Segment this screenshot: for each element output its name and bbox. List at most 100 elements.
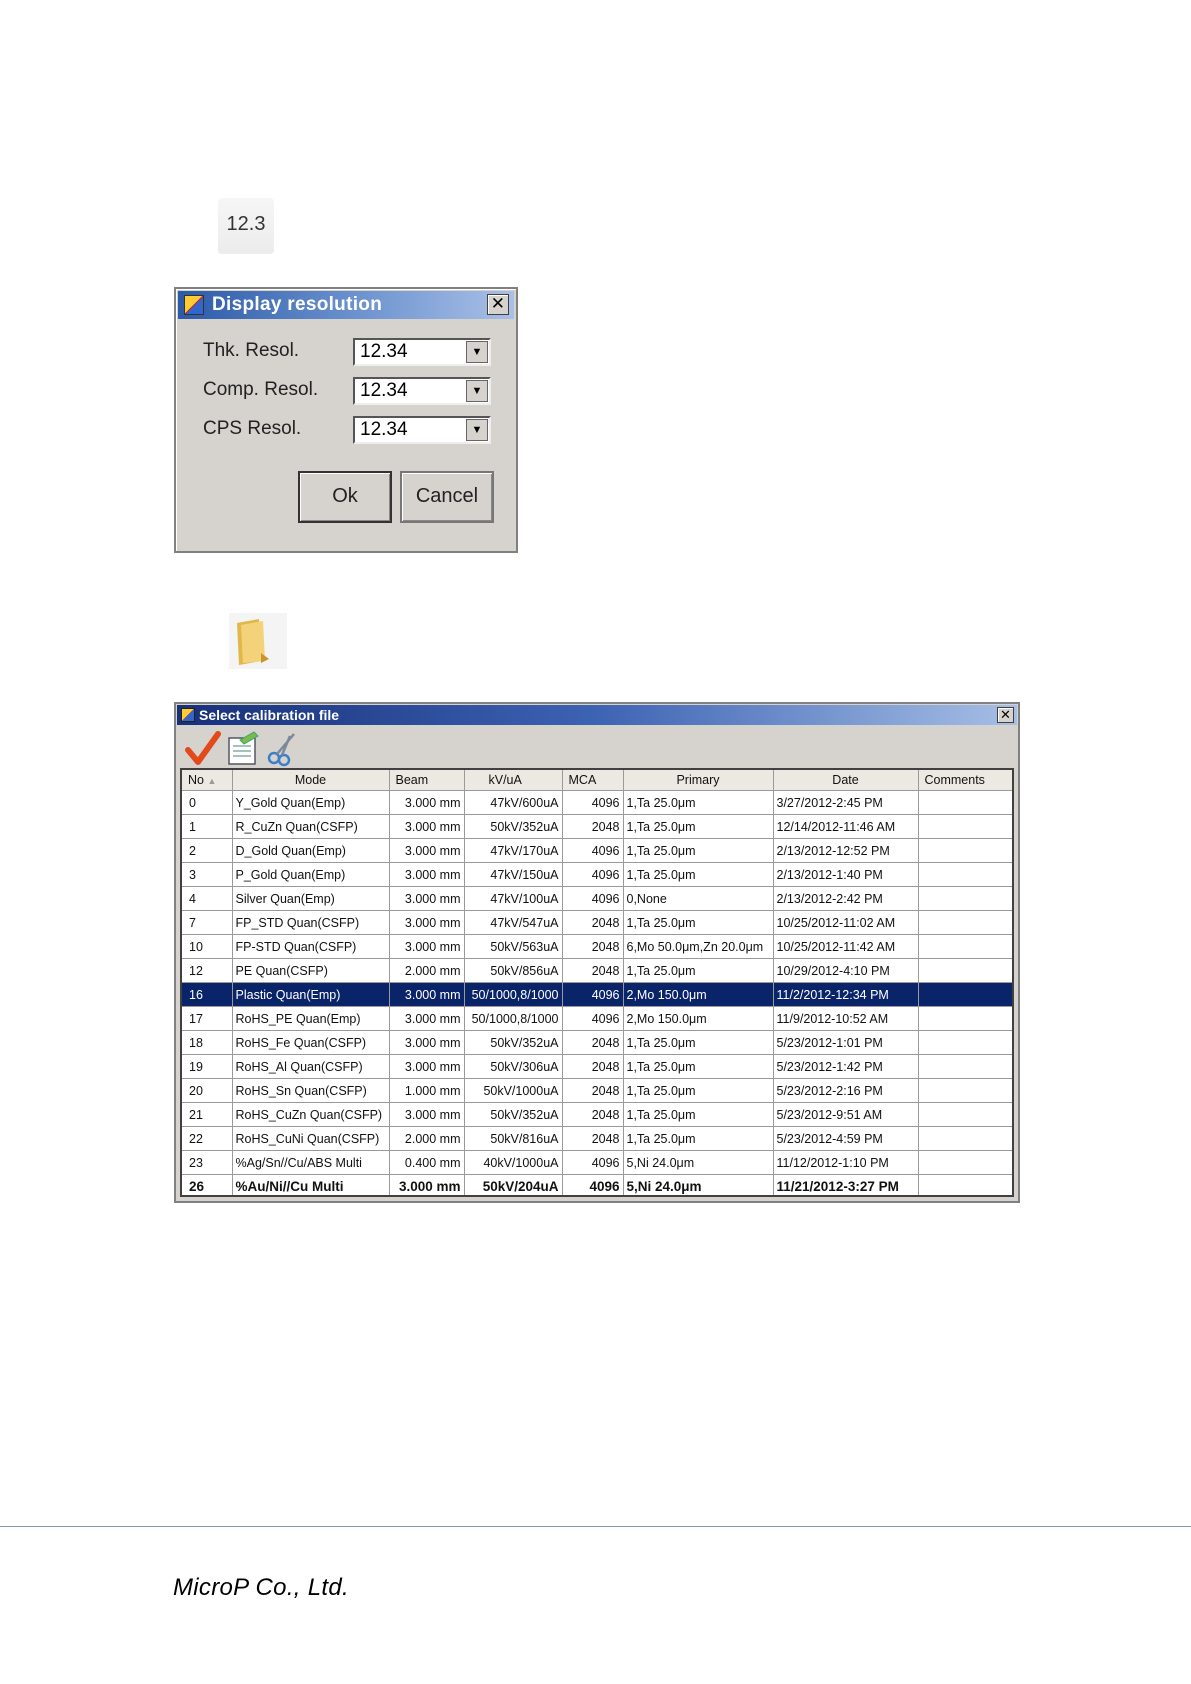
cell-mca: 2048: [562, 1078, 624, 1103]
cell-kv: 50kV/352uA: [464, 814, 563, 839]
cell-comments: [918, 1174, 1012, 1195]
cell-beam: 3.000 mm: [389, 910, 465, 935]
column-header-primary[interactable]: Primary: [623, 770, 774, 791]
cell-kv: 47kV/100uA: [464, 886, 563, 911]
cell-mode: RoHS_Sn Quan(CSFP): [232, 1078, 390, 1103]
cell-beam: 3.000 mm: [389, 862, 465, 887]
cps-resol-select[interactable]: 12.34 ▼: [353, 416, 491, 444]
cell-date: 5/23/2012-1:42 PM: [773, 1054, 919, 1079]
cell-kv: 50kV/352uA: [464, 1102, 563, 1127]
cell-comments: [918, 790, 1012, 815]
select-calibration-dialog: Select calibration file ✕ No ▲ Mode Beam…: [174, 702, 1020, 1203]
close-icon[interactable]: ✕: [487, 294, 509, 315]
cell-beam: 3.000 mm: [389, 1054, 465, 1079]
cell-no: 1: [182, 814, 233, 839]
cell-mode: Plastic Quan(Emp): [232, 982, 390, 1007]
thk-resol-select[interactable]: 12.34 ▼: [353, 338, 491, 366]
cell-no: 17: [182, 1006, 233, 1031]
cell-primary: 5,Ni 24.0μm: [623, 1150, 774, 1175]
cell-kv: 47kV/150uA: [464, 862, 563, 887]
cell-comments: [918, 1102, 1012, 1127]
thk-resol-label: Thk. Resol.: [203, 340, 300, 361]
column-header-mode[interactable]: Mode: [232, 770, 390, 791]
table-row[interactable]: 26 %Au/Ni//Cu Multi 3.000 mm 50kV/204uA 4096…: [182, 1174, 1012, 1195]
table-row[interactable]: 0 Y_Gold Quan(Emp) 3.000 mm 47kV/600uA 4096 1…: [182, 790, 1012, 815]
table-row[interactable]: 16 Plastic Quan(Emp) 3.000 mm 50/1000,8/100…: [182, 982, 1012, 1007]
cell-mca: 2048: [562, 934, 624, 959]
cps-resol-value: 12.34: [360, 419, 408, 440]
ok-button[interactable]: Ok: [298, 471, 392, 523]
column-header-kv-ua[interactable]: kV/uA: [464, 770, 563, 791]
checkmark-icon[interactable]: [184, 730, 222, 768]
table-row[interactable]: 17 RoHS_PE Quan(Emp) 3.000 mm 50/1000,8/100…: [182, 1006, 1012, 1031]
cell-date: 5/23/2012-9:51 AM: [773, 1102, 919, 1127]
cell-no: 2: [182, 838, 233, 863]
table-row[interactable]: 23 %Ag/Sn//Cu/ABS Multi 0.400 mm 40kV/1000u…: [182, 1150, 1012, 1175]
cell-mca: 4096: [562, 790, 624, 815]
cell-beam: 3.000 mm: [389, 982, 465, 1007]
cell-mode: R_CuZn Quan(CSFP): [232, 814, 390, 839]
dialog-title: Display resolution: [212, 294, 383, 315]
table-row[interactable]: 21 RoHS_CuZn Quan(CSFP) 3.000 mm 50kV/352uA…: [182, 1102, 1012, 1127]
table-row[interactable]: 10 FP-STD Quan(CSFP) 3.000 mm 50kV/563uA 204…: [182, 934, 1012, 959]
cell-comments: [918, 838, 1012, 863]
cancel-button[interactable]: Cancel: [400, 471, 494, 523]
cell-comments: [918, 886, 1012, 911]
thk-resol-value: 12.34: [360, 341, 408, 362]
scissors-icon[interactable]: [264, 730, 302, 768]
cell-beam: 3.000 mm: [389, 1174, 465, 1195]
table-row[interactable]: 12 PE Quan(CSFP) 2.000 mm 50kV/856uA 2048 1,T…: [182, 958, 1012, 983]
cell-mode: Silver Quan(Emp): [232, 886, 390, 911]
calibration-table: No ▲ Mode Beam kV/uA MCA Primary Date Co…: [180, 768, 1014, 1197]
column-header-mca[interactable]: MCA: [562, 770, 624, 791]
comp-resol-select[interactable]: 12.34 ▼: [353, 377, 491, 405]
cell-no: 10: [182, 934, 233, 959]
dropdown-arrow-icon[interactable]: ▼: [466, 419, 488, 441]
table-row[interactable]: 20 RoHS_Sn Quan(CSFP) 1.000 mm 50kV/1000uA 2…: [182, 1078, 1012, 1103]
table-row[interactable]: 4 Silver Quan(Emp) 3.000 mm 47kV/100uA 4096 0…: [182, 886, 1012, 911]
cell-no: 4: [182, 886, 233, 911]
table-row[interactable]: 22 RoHS_CuNi Quan(CSFP) 2.000 mm 50kV/816uA…: [182, 1126, 1012, 1151]
cell-kv: 50kV/204uA: [464, 1174, 563, 1195]
table-row[interactable]: 7 FP_STD Quan(CSFP) 3.000 mm 47kV/547uA 2048…: [182, 910, 1012, 935]
cell-primary: 1,Ta 25.0μm: [623, 790, 774, 815]
table-row[interactable]: 19 RoHS_Al Quan(CSFP) 3.000 mm 50kV/306uA 20…: [182, 1054, 1012, 1079]
cell-date: 10/29/2012-4:10 PM: [773, 958, 919, 983]
close-icon[interactable]: ✕: [997, 707, 1014, 723]
notepad-icon[interactable]: [224, 730, 262, 768]
cell-date: 5/23/2012-4:59 PM: [773, 1126, 919, 1151]
cell-beam: 3.000 mm: [389, 1030, 465, 1055]
cell-mca: 4096: [562, 1174, 624, 1195]
cell-mode: FP-STD Quan(CSFP): [232, 934, 390, 959]
cell-primary: 2,Mo 150.0μm: [623, 982, 774, 1007]
cell-comments: [918, 1078, 1012, 1103]
cell-beam: 2.000 mm: [389, 958, 465, 983]
column-header-comments[interactable]: Comments: [918, 770, 1012, 791]
cell-primary: 1,Ta 25.0μm: [623, 958, 774, 983]
dropdown-arrow-icon[interactable]: ▼: [466, 341, 488, 363]
cell-comments: [918, 1030, 1012, 1055]
cell-kv: 50kV/816uA: [464, 1126, 563, 1151]
column-header-beam[interactable]: Beam: [389, 770, 465, 791]
table-row[interactable]: 3 P_Gold Quan(Emp) 3.000 mm 47kV/150uA 4096 1…: [182, 862, 1012, 887]
cell-no: 7: [182, 910, 233, 935]
folder-icon[interactable]: [229, 613, 287, 669]
cell-mca: 4096: [562, 862, 624, 887]
toolbar: [180, 728, 1010, 768]
dropdown-arrow-icon[interactable]: ▼: [466, 380, 488, 402]
cell-mode: RoHS_PE Quan(Emp): [232, 1006, 390, 1031]
table-row[interactable]: 1 R_CuZn Quan(CSFP) 3.000 mm 50kV/352uA 2048…: [182, 814, 1012, 839]
column-header-date[interactable]: Date: [773, 770, 919, 791]
cell-beam: 1.000 mm: [389, 1078, 465, 1103]
cell-comments: [918, 910, 1012, 935]
table-row[interactable]: 18 RoHS_Fe Quan(CSFP) 3.000 mm 50kV/352uA 20…: [182, 1030, 1012, 1055]
cell-no: 26: [182, 1174, 233, 1195]
cell-primary: 1,Ta 25.0μm: [623, 910, 774, 935]
column-header-no[interactable]: No ▲: [182, 770, 233, 791]
display-resolution-icon[interactable]: 12.3: [218, 198, 274, 254]
comp-resol-row: Comp. Resol. 12.34 ▼: [203, 377, 503, 407]
table-row[interactable]: 2 D_Gold Quan(Emp) 3.000 mm 47kV/170uA 4096 1…: [182, 838, 1012, 863]
cell-comments: [918, 958, 1012, 983]
cell-date: 2/13/2012-12:52 PM: [773, 838, 919, 863]
cell-no: 21: [182, 1102, 233, 1127]
